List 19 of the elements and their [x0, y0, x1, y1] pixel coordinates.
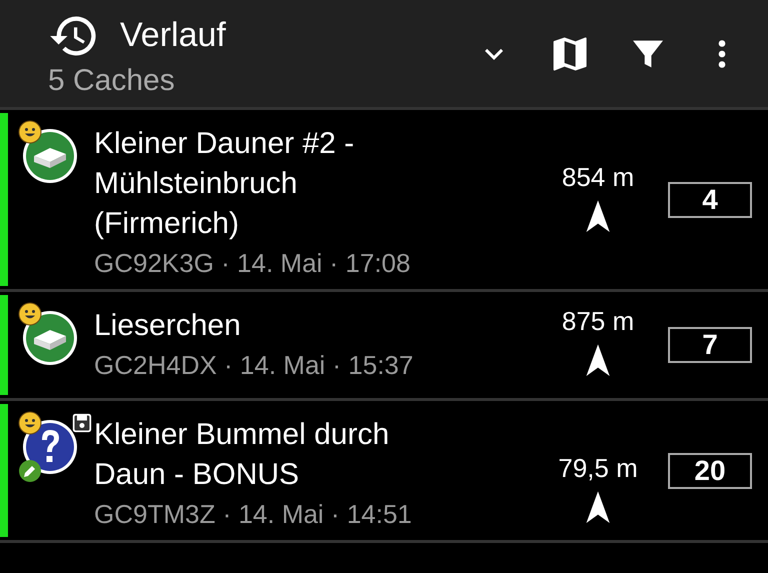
cache-list-item[interactable]: Kleiner Dauner #2 - Mühlsteinbruch (Firmerich) GC92K3G · 14. Mai · 17:08 854 m 4	[0, 110, 768, 292]
cache-details: GC92K3G · 14. Mai · 17:08	[94, 248, 412, 279]
count-label: 7	[668, 327, 752, 363]
cache-count: 5 Caches	[48, 64, 176, 98]
screen-title: Verlauf	[120, 16, 226, 55]
cache-details: GC2H4DX · 14. Mai · 15:37	[94, 350, 414, 381]
cache-type-icon	[20, 308, 80, 368]
cache-name: Kleiner Bummel durch Daun - BONUS	[94, 417, 390, 493]
cache-type-icon	[20, 126, 80, 186]
distance: 875 m	[562, 306, 634, 337]
cache-name: Lieserchen	[94, 308, 242, 344]
cache-list-item[interactable]: Kleiner Bummel durch Daun - BONUS GC9TM3Z · 14. Mai · 14:51 79,5 m 20	[0, 401, 768, 543]
count-label: 4	[668, 182, 752, 218]
distance: 79,5 m	[558, 453, 638, 484]
count-label: 20	[668, 452, 752, 488]
cache-name: Kleiner Dauner #2 - Mühlsteinbruch (Firmerich)	[94, 126, 356, 242]
cache-list-item[interactable]: Lieserchen GC2H4DX · 14. Mai · 15:37 875 m 7	[0, 292, 768, 401]
distance: 854 m	[562, 162, 634, 193]
cache-details: GC9TM3Z · 14. Mai · 14:51	[94, 499, 413, 530]
